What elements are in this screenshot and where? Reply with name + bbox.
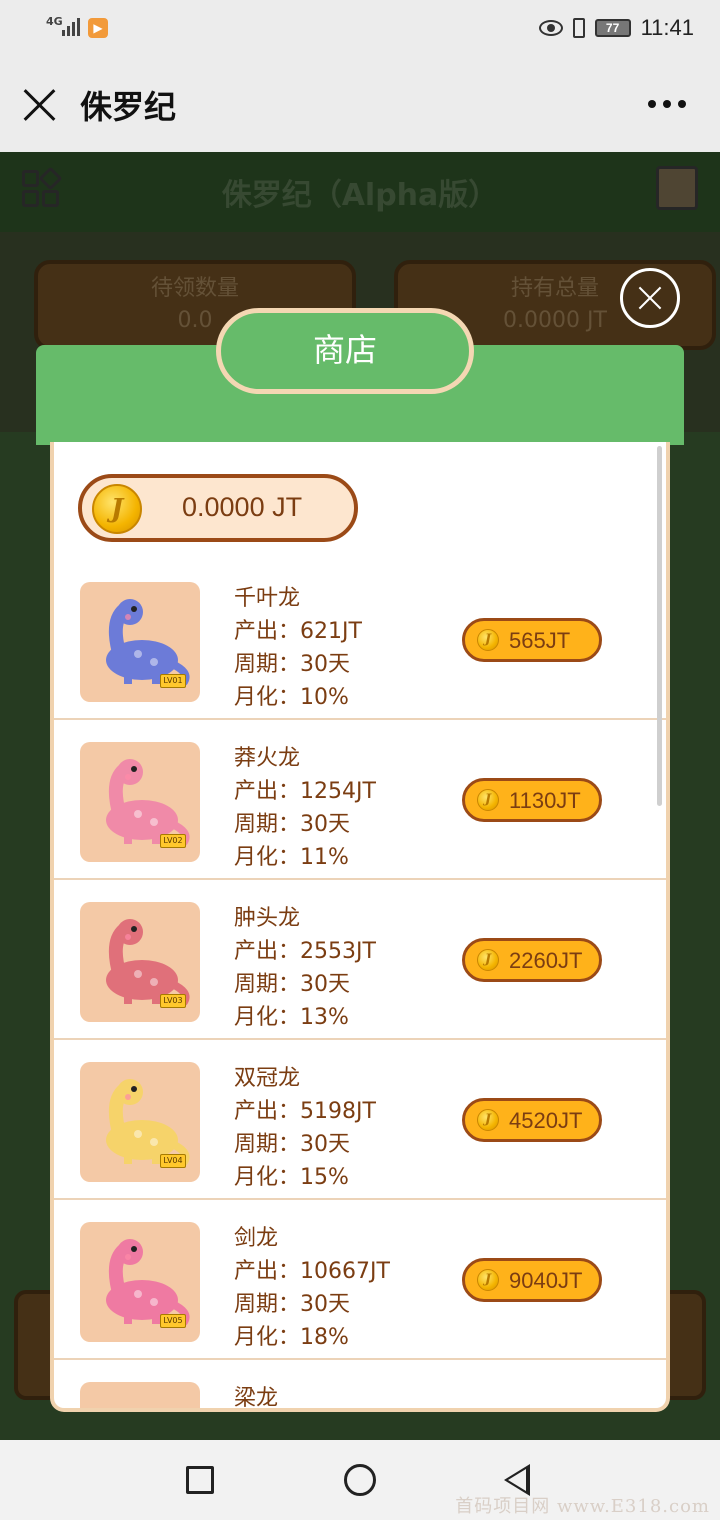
more-options-icon[interactable] [648,100,686,108]
item-output: 产出：5198JT [234,1099,376,1124]
page-title: 侏罗纪 [80,88,177,126]
level-badge: LV04 [160,1154,186,1168]
coin-icon: J [477,789,499,811]
item-output: 产出：1254JT [234,779,376,804]
item-monthly: 月化：15% [234,1165,349,1190]
close-icon[interactable] [22,86,58,122]
item-name: 梁龙 [234,1386,279,1411]
level-badge: LV05 [160,1314,186,1328]
home-icon[interactable] [344,1464,376,1496]
clock: 11:41 [640,15,694,40]
coin-icon: J [477,1109,499,1131]
dinosaur-image: LV01 [80,582,200,702]
eye-comfort-icon [538,20,563,36]
dinosaur-image: LV03 [80,902,200,1022]
signal-icon [60,16,82,36]
item-output: 产出：621JT [234,619,362,644]
coin-icon: J [477,949,499,971]
shop-item: LV01 千叶龙产出：621JT 周期：30天 月化：10% J 565JT [54,560,666,720]
shop-item: LV04 双冠龙产出：5198JT 周期：30天 月化：15% J 4520JT [54,1040,666,1200]
item-period: 周期：30天 [234,1132,350,1157]
close-icon[interactable] [620,268,680,328]
balance-pill: J 0.0000 JT [78,474,358,542]
buy-button[interactable]: J 9040JT [462,1258,602,1302]
item-name: 千叶龙 [234,586,301,611]
level-badge: LV02 [160,834,186,848]
item-monthly: 月化：10% [234,685,349,710]
watermark: 首码项目网 www.E318.com [455,1496,710,1517]
level-badge: LV01 [160,674,186,688]
item-output: 产出：10667JT [234,1259,390,1284]
dinosaur-image: LV04 [80,1062,200,1182]
vibrate-icon [572,18,585,38]
dinosaur-image [80,1382,200,1408]
video-app-icon: ▶ [88,18,108,38]
item-monthly: 月化：18% [234,1325,349,1350]
buy-button[interactable]: J 2260JT [462,938,602,982]
dinosaur-image: LV02 [80,742,200,862]
status-bar: 4G ▶ 77 11:41 [0,0,720,56]
coin-icon: J [477,1269,499,1291]
system-nav-bar: 首码项目网 www.E318.com [0,1440,720,1520]
item-period: 周期：30天 [234,972,350,997]
shop-item: LV03 肿头龙产出：2553JT 周期：30天 月化：13% J 2260JT [54,880,666,1040]
item-monthly: 月化：11% [234,845,349,870]
shop-panel: J 0.0000 JT LV01 千叶龙产出：621JT 周期：30天 月化：10% J… [50,442,670,1412]
scrollbar[interactable] [657,446,662,806]
shop-item: 梁龙 [54,1360,666,1411]
buy-button[interactable]: J 565JT [462,618,602,662]
dinosaur-image: LV05 [80,1222,200,1342]
item-name: 双冠龙 [234,1066,301,1091]
shop-title: 商店 [216,308,474,394]
price-label: 4520JT [509,1108,583,1133]
coin-icon: J [477,629,499,651]
title-bar: 侏罗纪 [0,56,720,152]
item-period: 周期：30天 [234,812,350,837]
item-period: 周期：30天 [234,1292,350,1317]
item-name: 剑龙 [234,1226,279,1251]
battery-icon: 77 [594,19,631,37]
price-label: 9040JT [509,1268,583,1293]
shop-item: LV05 剑龙产出：10667JT 周期：30天 月化：18% J 9040JT [54,1200,666,1360]
price-label: 1130JT [509,788,581,813]
price-label: 565JT [509,628,571,653]
buy-button[interactable]: J 4520JT [462,1098,602,1142]
item-output: 产出：2553JT [234,939,376,964]
item-name: 莽火龙 [234,746,301,771]
item-monthly: 月化：13% [234,1005,349,1030]
shop-item: LV02 莽火龙产出：1254JT 周期：30天 月化：11% J 1130JT [54,720,666,880]
balance-value: 0.0000 JT [182,492,303,522]
item-name: 肿头龙 [234,906,301,931]
price-label: 2260JT [509,948,583,973]
recent-apps-icon[interactable] [186,1466,214,1494]
buy-button[interactable]: J 1130JT [462,778,602,822]
item-period: 周期：30天 [234,652,350,677]
coin-icon: J [92,484,142,534]
level-badge: LV03 [160,994,186,1008]
